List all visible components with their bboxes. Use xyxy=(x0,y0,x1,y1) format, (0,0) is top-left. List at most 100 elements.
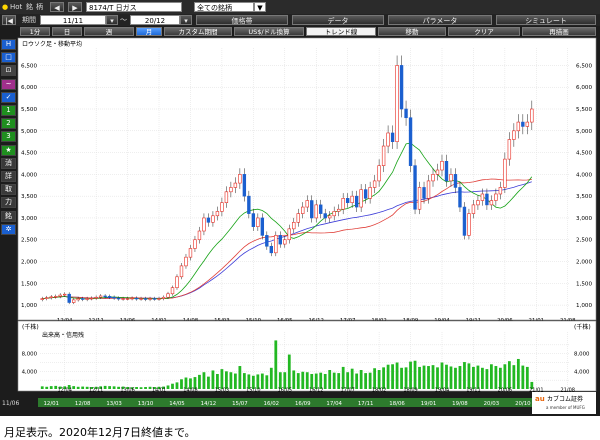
volume-unit-left: (千株) xyxy=(22,323,39,331)
volume-xtick: 16/05 xyxy=(278,388,292,394)
volume-xtick: 15/03 xyxy=(215,388,229,394)
candle xyxy=(256,213,260,231)
bulb-icon[interactable]: ● xyxy=(2,2,8,12)
volume-bar xyxy=(422,365,426,389)
candle xyxy=(516,114,521,139)
sidebar-tool-3[interactable]: ~ xyxy=(1,78,16,90)
clear-button[interactable]: クリア xyxy=(448,27,520,36)
sidebar-tool-11[interactable]: 取 xyxy=(1,184,16,196)
price-xtick: 21/01 xyxy=(529,318,545,324)
candle-body xyxy=(386,132,390,147)
logo-sub: a member of MUFG xyxy=(546,405,585,410)
volume-bar xyxy=(260,373,264,389)
candle xyxy=(310,195,314,223)
candle xyxy=(103,294,107,299)
candle xyxy=(453,168,458,194)
tab-parameter[interactable]: パラメータ xyxy=(388,15,492,25)
candle xyxy=(332,206,336,221)
gara-label[interactable]: 柄 xyxy=(36,2,43,12)
tab-custom-period[interactable]: カスタム期間 xyxy=(164,27,232,36)
tab-price-band[interactable]: 価格帯 xyxy=(196,15,288,25)
candle xyxy=(233,177,238,194)
candle xyxy=(525,114,530,135)
volume-bar xyxy=(126,387,129,389)
calendar-to-icon[interactable]: ▾ xyxy=(180,15,192,25)
candle xyxy=(175,274,179,290)
candle-body xyxy=(431,174,435,182)
candle-body xyxy=(399,65,404,110)
sidebar-tool-12[interactable]: 力 xyxy=(1,197,16,209)
sidebar-tool-5[interactable]: 1 xyxy=(1,105,16,116)
candle xyxy=(211,211,215,227)
candle-body xyxy=(166,293,170,298)
candle xyxy=(368,181,372,204)
candle xyxy=(292,217,296,234)
candle-body xyxy=(107,296,112,298)
price-ytick-left: 6,000 xyxy=(21,85,37,91)
candle xyxy=(143,296,148,302)
tab-1min[interactable]: 1分 xyxy=(20,27,50,36)
tab-weekly[interactable]: 週 xyxy=(84,27,134,36)
volume-bar xyxy=(216,373,219,389)
volume-bar xyxy=(530,381,534,389)
candle xyxy=(422,181,426,204)
timeframe-bar: 1分 日 週 月 カスタム期間 US$/ドル換算 トレンド線 移動 クリア 再描… xyxy=(0,26,600,37)
sidebar-tool-1[interactable]: □ xyxy=(1,52,16,64)
ma-short-line xyxy=(42,142,533,300)
sidebar-tool-0[interactable]: H xyxy=(1,39,16,50)
candle-body xyxy=(512,130,516,140)
tab-daily[interactable]: 日 xyxy=(52,27,82,36)
volume-xtick: 12/04 xyxy=(57,388,71,394)
volume-bar xyxy=(242,373,246,389)
sidebar-tool-4[interactable]: ✓ xyxy=(1,91,16,103)
candle-body xyxy=(251,213,256,227)
prev-symbol-button[interactable]: ◀ xyxy=(50,2,64,12)
candle-body xyxy=(247,195,251,214)
calendar-from-icon[interactable]: ▾ xyxy=(106,15,118,25)
move-button[interactable]: 移動 xyxy=(378,27,446,36)
volume-bar xyxy=(498,367,502,389)
candle-body xyxy=(408,117,413,166)
candle-body xyxy=(476,200,480,206)
sidebar-tool-10[interactable]: 詳 xyxy=(1,171,16,182)
trendline-button[interactable]: トレンド線 xyxy=(306,27,376,36)
volume-bar xyxy=(436,367,439,389)
date-from-input[interactable]: 11/11 xyxy=(40,15,106,25)
candle-body xyxy=(85,298,89,300)
volume-bar xyxy=(355,373,359,389)
date-to-input[interactable]: 20/12 xyxy=(130,15,180,25)
jump-start-button[interactable]: |◀ xyxy=(2,15,16,25)
candle xyxy=(54,294,58,299)
chevron-down-icon[interactable]: ▼ xyxy=(254,2,266,12)
sidebar-tool-7[interactable]: 3 xyxy=(1,131,16,143)
volume-bar xyxy=(454,367,457,389)
tab-usd-convert[interactable]: US$/ドル換算 xyxy=(234,27,304,36)
candle-body xyxy=(422,187,426,199)
candle-body xyxy=(485,193,489,206)
redraw-button[interactable]: 再描画 xyxy=(522,27,596,36)
volume-bar xyxy=(418,366,421,389)
price-ytick-right: 6,500 xyxy=(576,63,592,69)
filter-select[interactable]: 全ての銘柄 xyxy=(194,2,254,12)
sidebar-tool-2[interactable]: ⊡ xyxy=(1,65,16,77)
volume-bar xyxy=(99,386,103,389)
volume-bar xyxy=(67,385,71,389)
symbol-input[interactable]: 8174/T 日ガス xyxy=(86,2,182,12)
sidebar-tool-6[interactable]: 2 xyxy=(1,118,16,130)
candle-body xyxy=(332,211,336,217)
sidebar-tool-14[interactable]: ✲ xyxy=(1,223,16,235)
candle xyxy=(215,206,220,221)
volume-bar xyxy=(81,386,85,389)
sidebar-tool-9[interactable]: 消 xyxy=(1,157,16,169)
bottom-axis-tick: 15/07 xyxy=(232,401,248,407)
mei-label[interactable]: 銘 xyxy=(26,2,33,12)
volume-bar xyxy=(144,387,147,389)
candle-body xyxy=(336,208,341,212)
sidebar-tool-13[interactable]: 銘 xyxy=(1,210,16,222)
tab-simulate[interactable]: シミュレート xyxy=(496,15,596,25)
next-symbol-button[interactable]: ▶ xyxy=(68,2,82,12)
sidebar-tool-8[interactable]: ★ xyxy=(1,144,16,156)
hot-label[interactable]: Hot xyxy=(10,2,22,12)
tab-monthly[interactable]: 月 xyxy=(136,27,162,36)
tab-data[interactable]: データ xyxy=(292,15,384,25)
